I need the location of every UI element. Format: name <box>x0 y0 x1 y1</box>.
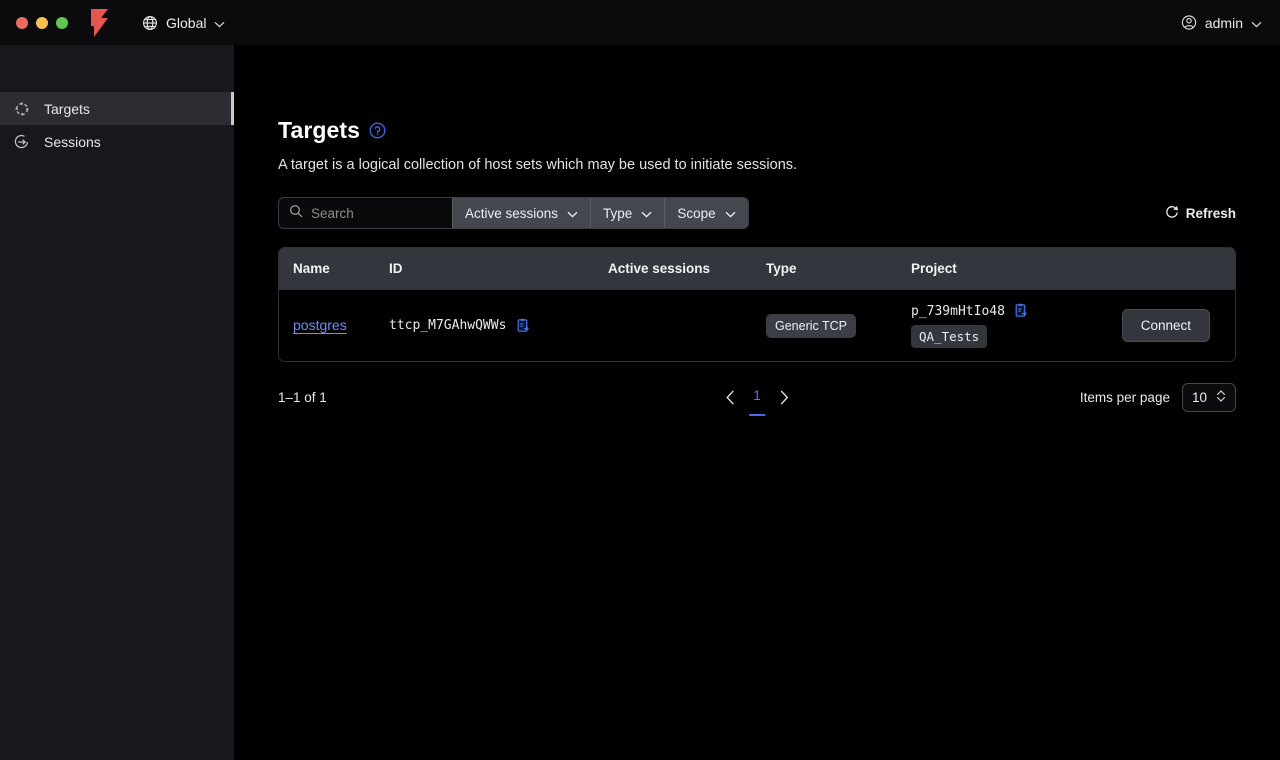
globe-icon <box>142 15 158 31</box>
page-description: A target is a logical collection of host… <box>278 157 798 173</box>
search-input[interactable] <box>311 205 442 221</box>
app-body: Targets Sessions Targets A target is a l… <box>0 45 1280 760</box>
filter-label: Active sessions <box>465 205 559 221</box>
pager-page-1[interactable]: 1 <box>749 388 765 416</box>
session-icon <box>14 134 30 150</box>
pagination: 1–1 of 1 1 Items per page 10 <box>278 382 1236 416</box>
connect-button[interactable]: Connect <box>1121 309 1210 342</box>
target-name-link[interactable]: postgres <box>293 317 347 333</box>
copy-icon[interactable] <box>1013 303 1029 319</box>
page-title: Targets <box>278 117 361 143</box>
refresh-button[interactable]: Refresh <box>1165 205 1236 222</box>
window-close-button[interactable] <box>16 16 28 29</box>
scope-picker-label: Global <box>166 14 207 31</box>
items-per-page-value: 10 <box>1191 389 1207 405</box>
filter-scope[interactable]: Scope <box>664 198 748 228</box>
targets-table: Name ID Active sessions Type Project pos… <box>278 247 1236 362</box>
search-icon <box>289 204 303 223</box>
cell-project: p_739mHtIo48 QA_Tests <box>911 303 1101 348</box>
sidebar-item-targets[interactable]: Targets <box>0 92 234 125</box>
column-header-project: Project <box>911 261 957 276</box>
page-header: Targets <box>278 117 1236 144</box>
sidebar-item-label: Sessions <box>44 133 101 150</box>
chevron-down-icon <box>725 206 736 221</box>
filter-type[interactable]: Type <box>590 198 665 228</box>
column-header-type: Type <box>766 261 797 276</box>
column-header-active-sessions: Active sessions <box>608 261 711 276</box>
table-header-row: Name ID Active sessions Type Project <box>279 248 1235 289</box>
filter-label: Type <box>603 205 633 221</box>
copy-icon[interactable] <box>515 318 531 334</box>
pagination-count: 1–1 of 1 <box>278 389 327 405</box>
window-minimize-button[interactable] <box>36 16 48 29</box>
chevron-right-icon[interactable] <box>779 390 789 405</box>
scope-picker[interactable]: Global <box>134 10 233 36</box>
filter-active-sessions[interactable]: Active sessions <box>452 198 591 228</box>
refresh-label: Refresh <box>1185 205 1236 221</box>
user-circle-icon <box>1181 15 1197 31</box>
cell-actions: Connect <box>1101 309 1235 342</box>
refresh-icon <box>1165 205 1179 222</box>
cell-name: postgres <box>279 317 389 335</box>
pager-controls: 1 <box>725 388 789 416</box>
sidebar: Targets Sessions <box>0 45 234 760</box>
help-circle-icon[interactable] <box>369 122 386 139</box>
title-bar: Global admin <box>0 0 1280 45</box>
column-header-name: Name <box>293 261 330 276</box>
column-header-id: ID <box>389 261 403 276</box>
cell-type: Generic TCP <box>766 313 911 338</box>
project-name-badge: QA_Tests <box>911 325 988 348</box>
boundary-logo <box>86 8 116 38</box>
items-per-page: Items per page 10 <box>1079 382 1236 412</box>
chevron-left-icon[interactable] <box>725 390 735 405</box>
chevron-down-icon <box>567 206 578 221</box>
cell-id: ttcp_M7GAhwQWWs <box>389 318 608 334</box>
filter-group: Active sessions Type <box>278 197 749 229</box>
target-id-value: ttcp_M7GAhwQWWs <box>389 318 507 333</box>
user-menu[interactable]: admin <box>1181 15 1262 31</box>
app-window: Global admin Targets Sessions Targets A … <box>0 0 1280 760</box>
chevron-down-icon <box>1251 15 1262 31</box>
search-box[interactable] <box>279 198 452 228</box>
target-icon <box>14 101 30 117</box>
table-row: postgres ttcp_M7GAhwQWWs Generic TCP p_7… <box>279 289 1235 361</box>
sidebar-item-label: Targets <box>44 100 90 117</box>
main-content: Targets A target is a logical collection… <box>234 45 1280 760</box>
sidebar-item-sessions[interactable]: Sessions <box>0 125 234 158</box>
items-per-page-select[interactable]: 10 <box>1181 382 1236 412</box>
chevron-down-icon <box>641 206 652 221</box>
chevron-down-icon <box>214 15 225 31</box>
window-maximize-button[interactable] <box>56 16 68 29</box>
table-toolbar: Active sessions Type <box>278 197 1236 229</box>
items-per-page-label: Items per page <box>1079 389 1170 405</box>
window-traffic-lights <box>16 16 68 29</box>
user-menu-label: admin <box>1204 14 1243 31</box>
type-badge: Generic TCP <box>766 313 857 338</box>
filter-label: Scope <box>677 205 716 221</box>
chevron-updown-icon <box>1216 389 1226 406</box>
project-id-value: p_739mHtIo48 <box>911 303 1005 319</box>
